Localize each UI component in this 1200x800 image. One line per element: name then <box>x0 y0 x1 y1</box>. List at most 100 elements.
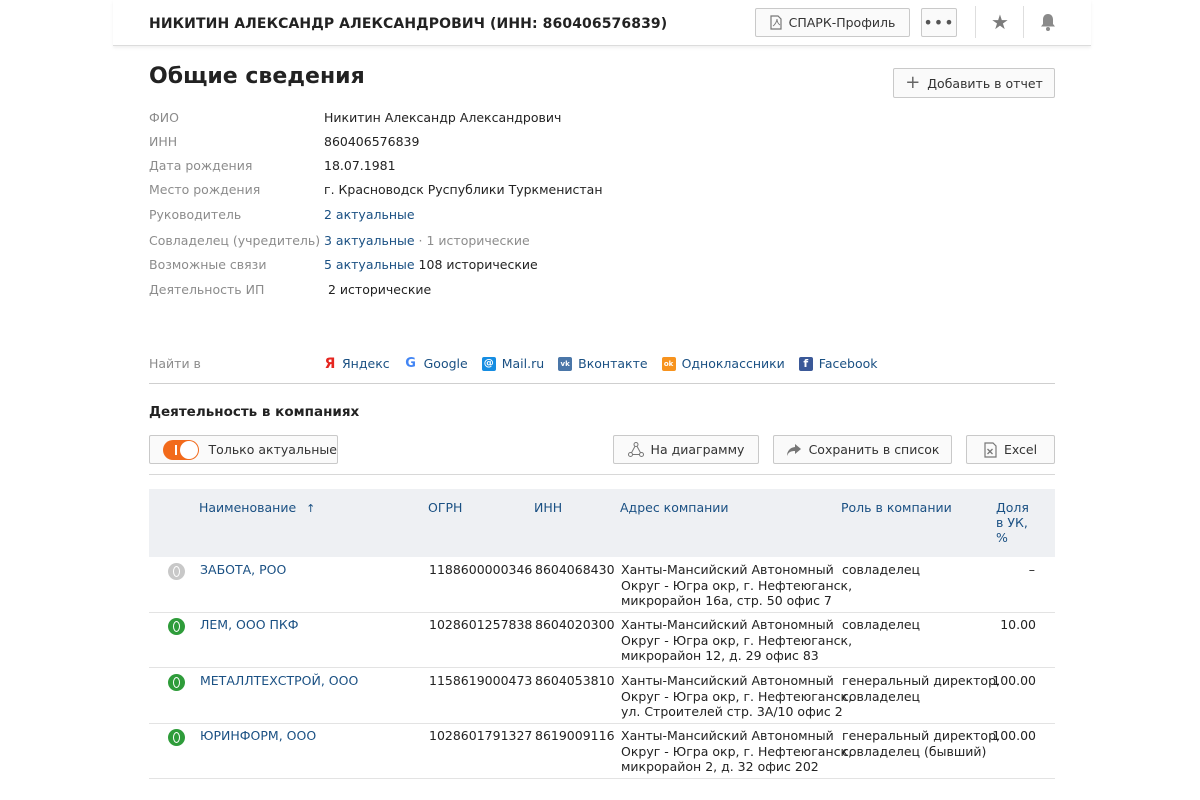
col-header-name[interactable]: Наименование ↑ <box>199 500 315 516</box>
actual-only-toggle[interactable]: Только актуальные <box>149 435 338 464</box>
search-ok-link[interactable]: ok Одноклассники <box>661 356 785 371</box>
role-line: генеральный директор, <box>842 673 1000 688</box>
info-value: 860406576839 <box>324 134 420 149</box>
company-name-link[interactable]: МЕТАЛЛТЕХСТРОЙ, ООО <box>200 673 358 689</box>
col-header-role[interactable]: Роль в компании <box>841 500 952 515</box>
company-inn: 8619009116 <box>535 728 615 743</box>
sort-arrow-icon: ↑ <box>306 502 316 515</box>
excel-export-button[interactable]: Excel <box>966 435 1055 464</box>
excel-label: Excel <box>1003 442 1038 457</box>
role-line: совладелец <box>842 562 921 577</box>
table-row: ЛЕМ, ООО ПКФ 1028601257838 8604020300 Ха… <box>149 612 1055 668</box>
coowner-actual-link[interactable]: 3 актуальные <box>324 233 415 248</box>
separator-dot: · <box>414 233 427 248</box>
info-label: ИНН <box>149 134 178 149</box>
find-in-label: Найти в <box>149 356 201 371</box>
connections-historical-text[interactable]: 108 исторические <box>415 257 538 272</box>
address-line: ул. Строителей стр. 3А/10 офис 2 <box>621 704 843 719</box>
connections-actual-link[interactable]: 5 актуальные <box>324 257 415 272</box>
info-row-coowner: Совладелец (учредитель) 3 актуальные · 1… <box>149 233 849 253</box>
company-role: генеральный директор, совладелец <box>842 673 1000 704</box>
info-value: 5 актуальные 108 исторические <box>324 257 538 272</box>
spark-profile-button[interactable]: СПАРК-Профиль <box>755 8 910 37</box>
header-divider <box>1023 6 1024 38</box>
info-value: 3 актуальные · 1 исторические <box>324 233 530 248</box>
col-header-inn[interactable]: ИНН <box>534 500 562 515</box>
search-google-link[interactable]: G Google <box>404 356 467 371</box>
company-ogrn: 1158619000473 <box>429 673 533 688</box>
col-header-name-label: Наименование <box>199 500 297 515</box>
search-facebook-link[interactable]: f Facebook <box>798 356 878 371</box>
ok-icon: ok <box>661 356 676 371</box>
company-ogrn: 1028601257838 <box>429 617 533 632</box>
search-vk-link[interactable]: vk Вконтакте <box>558 356 648 371</box>
search-link-label: Mail.ru <box>501 356 545 371</box>
company-name-link[interactable]: ЗАБОТА, РОО <box>200 562 286 578</box>
company-ogrn: 1188600000346 <box>429 562 533 577</box>
companies-table-header: Наименование ↑ ОГРН ИНН Адрес компании Р… <box>149 489 1055 557</box>
company-inn: 8604068430 <box>535 562 615 577</box>
col-header-address[interactable]: Адрес компании <box>620 500 729 515</box>
col-header-ogrn[interactable]: ОГРН <box>428 500 462 515</box>
spark-profile-label: СПАРК-Профиль <box>788 15 896 30</box>
excel-icon <box>984 441 997 458</box>
address-line: Ханты-Мансийский Автономный <box>621 562 834 577</box>
info-row-ip-activity: Деятельность ИП 2 исторические <box>149 282 849 302</box>
search-link-label: Одноклассники <box>681 356 785 371</box>
info-label: Деятельность ИП <box>149 282 265 297</box>
ip-historical-link[interactable]: 2 исторические <box>328 282 431 297</box>
info-value: 18.07.1981 <box>324 158 396 173</box>
star-icon[interactable]: ★ <box>991 10 1009 34</box>
company-share: 10.00 <box>1000 617 1036 632</box>
info-label: Место рождения <box>149 182 261 197</box>
search-mailru-link[interactable]: @ Mail.ru <box>481 356 545 371</box>
company-address: Ханты-Мансийский Автономный Округ - Югра… <box>621 673 852 720</box>
save-to-list-button[interactable]: Сохранить в список <box>773 435 952 464</box>
general-info-heading: Общие сведения <box>149 64 365 89</box>
header-divider <box>975 6 976 38</box>
company-name-link[interactable]: ЮРИНФОРМ, ООО <box>200 728 316 744</box>
company-share: 100.00 <box>992 728 1036 743</box>
company-share: 100.00 <box>992 673 1036 688</box>
info-label: Дата рождения <box>149 158 253 173</box>
company-name-link[interactable]: ЛЕМ, ООО ПКФ <box>200 617 299 633</box>
to-diagram-button[interactable]: На диаграмму <box>613 435 759 464</box>
toggle-switch-icon <box>163 439 199 460</box>
info-row-fio: ФИО Никитин Александр Александрович <box>149 110 849 130</box>
yandex-icon: Я <box>324 355 336 372</box>
search-link-label: Facebook <box>818 356 878 371</box>
plus-icon: + <box>905 72 921 93</box>
bell-icon[interactable] <box>1039 12 1057 32</box>
director-actual-link[interactable]: 2 актуальные <box>324 207 415 222</box>
address-line: микрорайон 16а, стр. 50 офис 7 <box>621 593 832 608</box>
company-address: Ханты-Мансийский Автономный Округ - Югра… <box>621 728 852 775</box>
table-row: ЮРИНФОРМ, ООО 1028601791327 8619009116 Х… <box>149 723 1055 779</box>
address-line: микрорайон 12, д. 29 офис 83 <box>621 648 819 663</box>
section-divider <box>149 383 1055 384</box>
search-link-label: Яндекс <box>342 356 390 371</box>
section-divider <box>149 474 1055 475</box>
add-to-report-button[interactable]: + Добавить в отчет <box>893 68 1055 98</box>
address-line: Округ - Югра окр, г. Нефтеюганск, <box>621 577 853 593</box>
search-link-label: Вконтакте <box>578 356 648 371</box>
col-header-share[interactable]: Доля в УК, % <box>996 500 1029 545</box>
info-label: Возможные связи <box>149 257 267 272</box>
coowner-historical-link[interactable]: 1 исторические <box>427 233 530 248</box>
company-status-active-icon <box>168 729 185 746</box>
company-status-active-icon <box>168 618 185 635</box>
more-button[interactable]: ••• <box>921 8 957 37</box>
col-header-share-line3: % <box>996 530 1008 545</box>
address-line: Округ - Югра окр, г. Нефтеюганск, <box>621 632 853 648</box>
share-arrow-icon <box>786 443 801 456</box>
company-inn: 8604053810 <box>535 673 615 688</box>
actual-only-label: Только актуальные <box>208 442 337 457</box>
company-role: генеральный директор, совладелец (бывший… <box>842 728 1000 759</box>
col-header-share-line2: в УК, <box>996 515 1028 530</box>
table-row: МЕТАЛЛТЕХСТРОЙ, ООО 1158619000473 860405… <box>149 668 1055 724</box>
search-yandex-link[interactable]: Я Яндекс <box>324 355 390 372</box>
role-line: генеральный директор, <box>842 728 1000 743</box>
pdf-icon <box>770 15 782 30</box>
role-line: совладелец <box>842 617 921 632</box>
activity-heading: Деятельность в компаниях <box>149 404 360 420</box>
save-to-list-label: Сохранить в список <box>808 442 940 457</box>
